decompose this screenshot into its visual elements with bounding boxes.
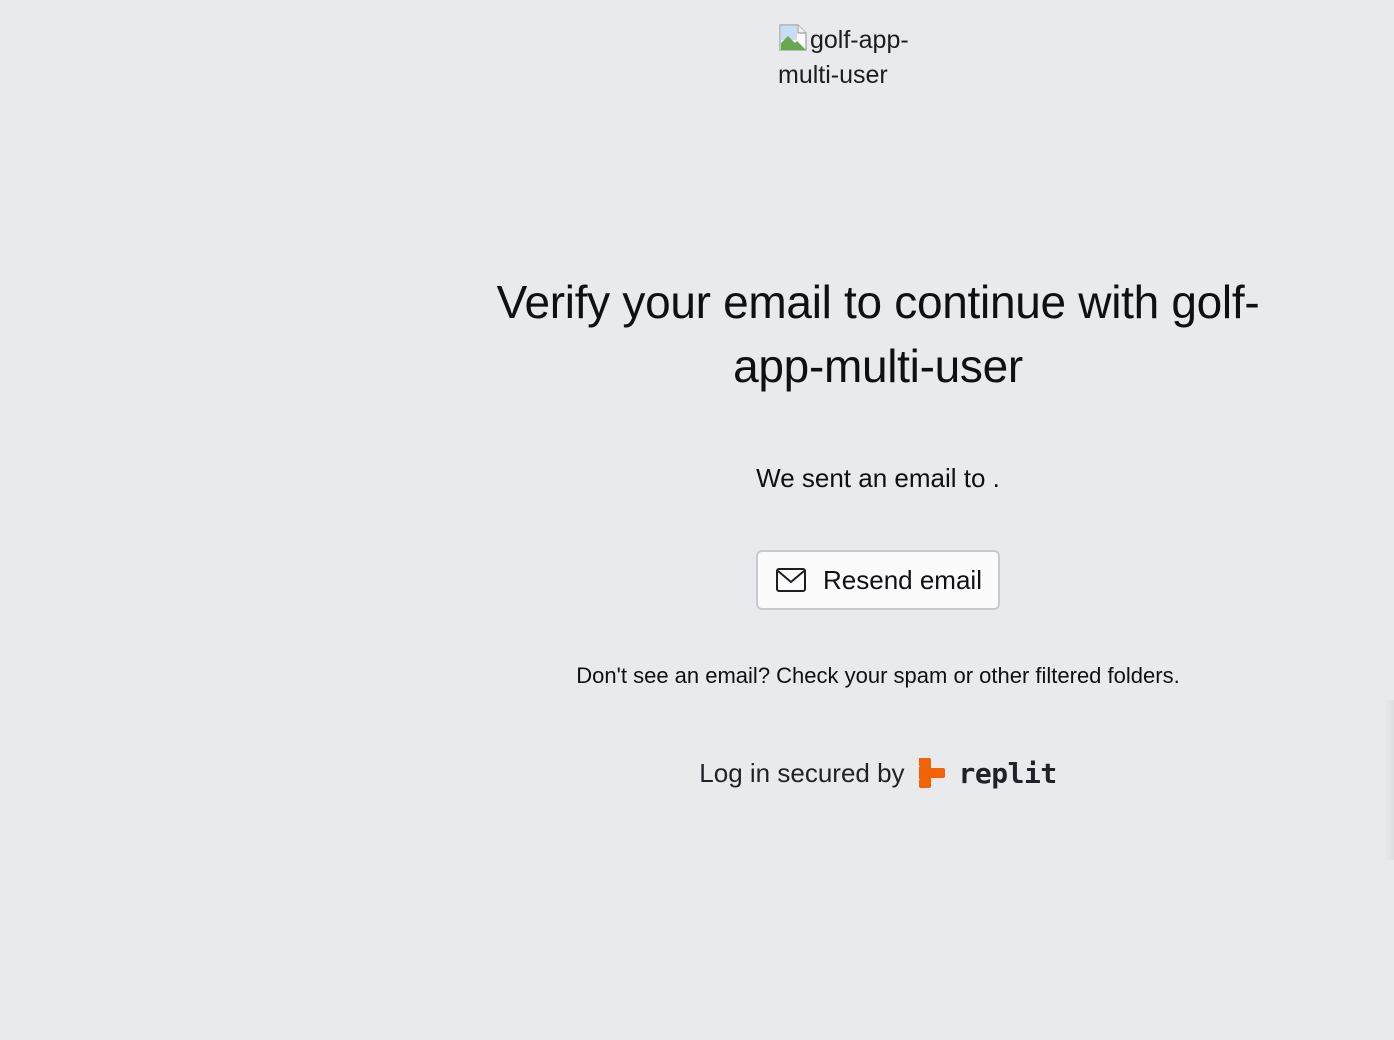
app-logo: golf-app-multi-user — [778, 22, 938, 93]
main-content: Verify your email to continue with golf-… — [468, 270, 1288, 790]
replit-logo[interactable]: replit — [917, 756, 1057, 790]
verify-email-page: golf-app-multi-user Verify your email to… — [0, 0, 1394, 1040]
page-title: Verify your email to continue with golf-… — [496, 276, 1260, 392]
broken-image-icon — [778, 22, 808, 52]
sent-message: We sent an email to . — [756, 463, 1000, 493]
secured-by: Log in secured by replit — [468, 756, 1288, 790]
resend-container: Resend email — [468, 550, 1288, 610]
replit-mark-icon — [917, 756, 947, 790]
secured-by-label: Log in secured by — [699, 757, 905, 788]
edge-shadow — [1384, 700, 1394, 860]
replit-wordmark: replit — [958, 756, 1058, 790]
spam-hint: Don't see an email? Check your spam or o… — [576, 663, 1180, 688]
resend-email-label: Resend email — [823, 564, 982, 595]
mail-icon — [775, 567, 807, 593]
resend-email-button[interactable]: Resend email — [756, 550, 1000, 610]
